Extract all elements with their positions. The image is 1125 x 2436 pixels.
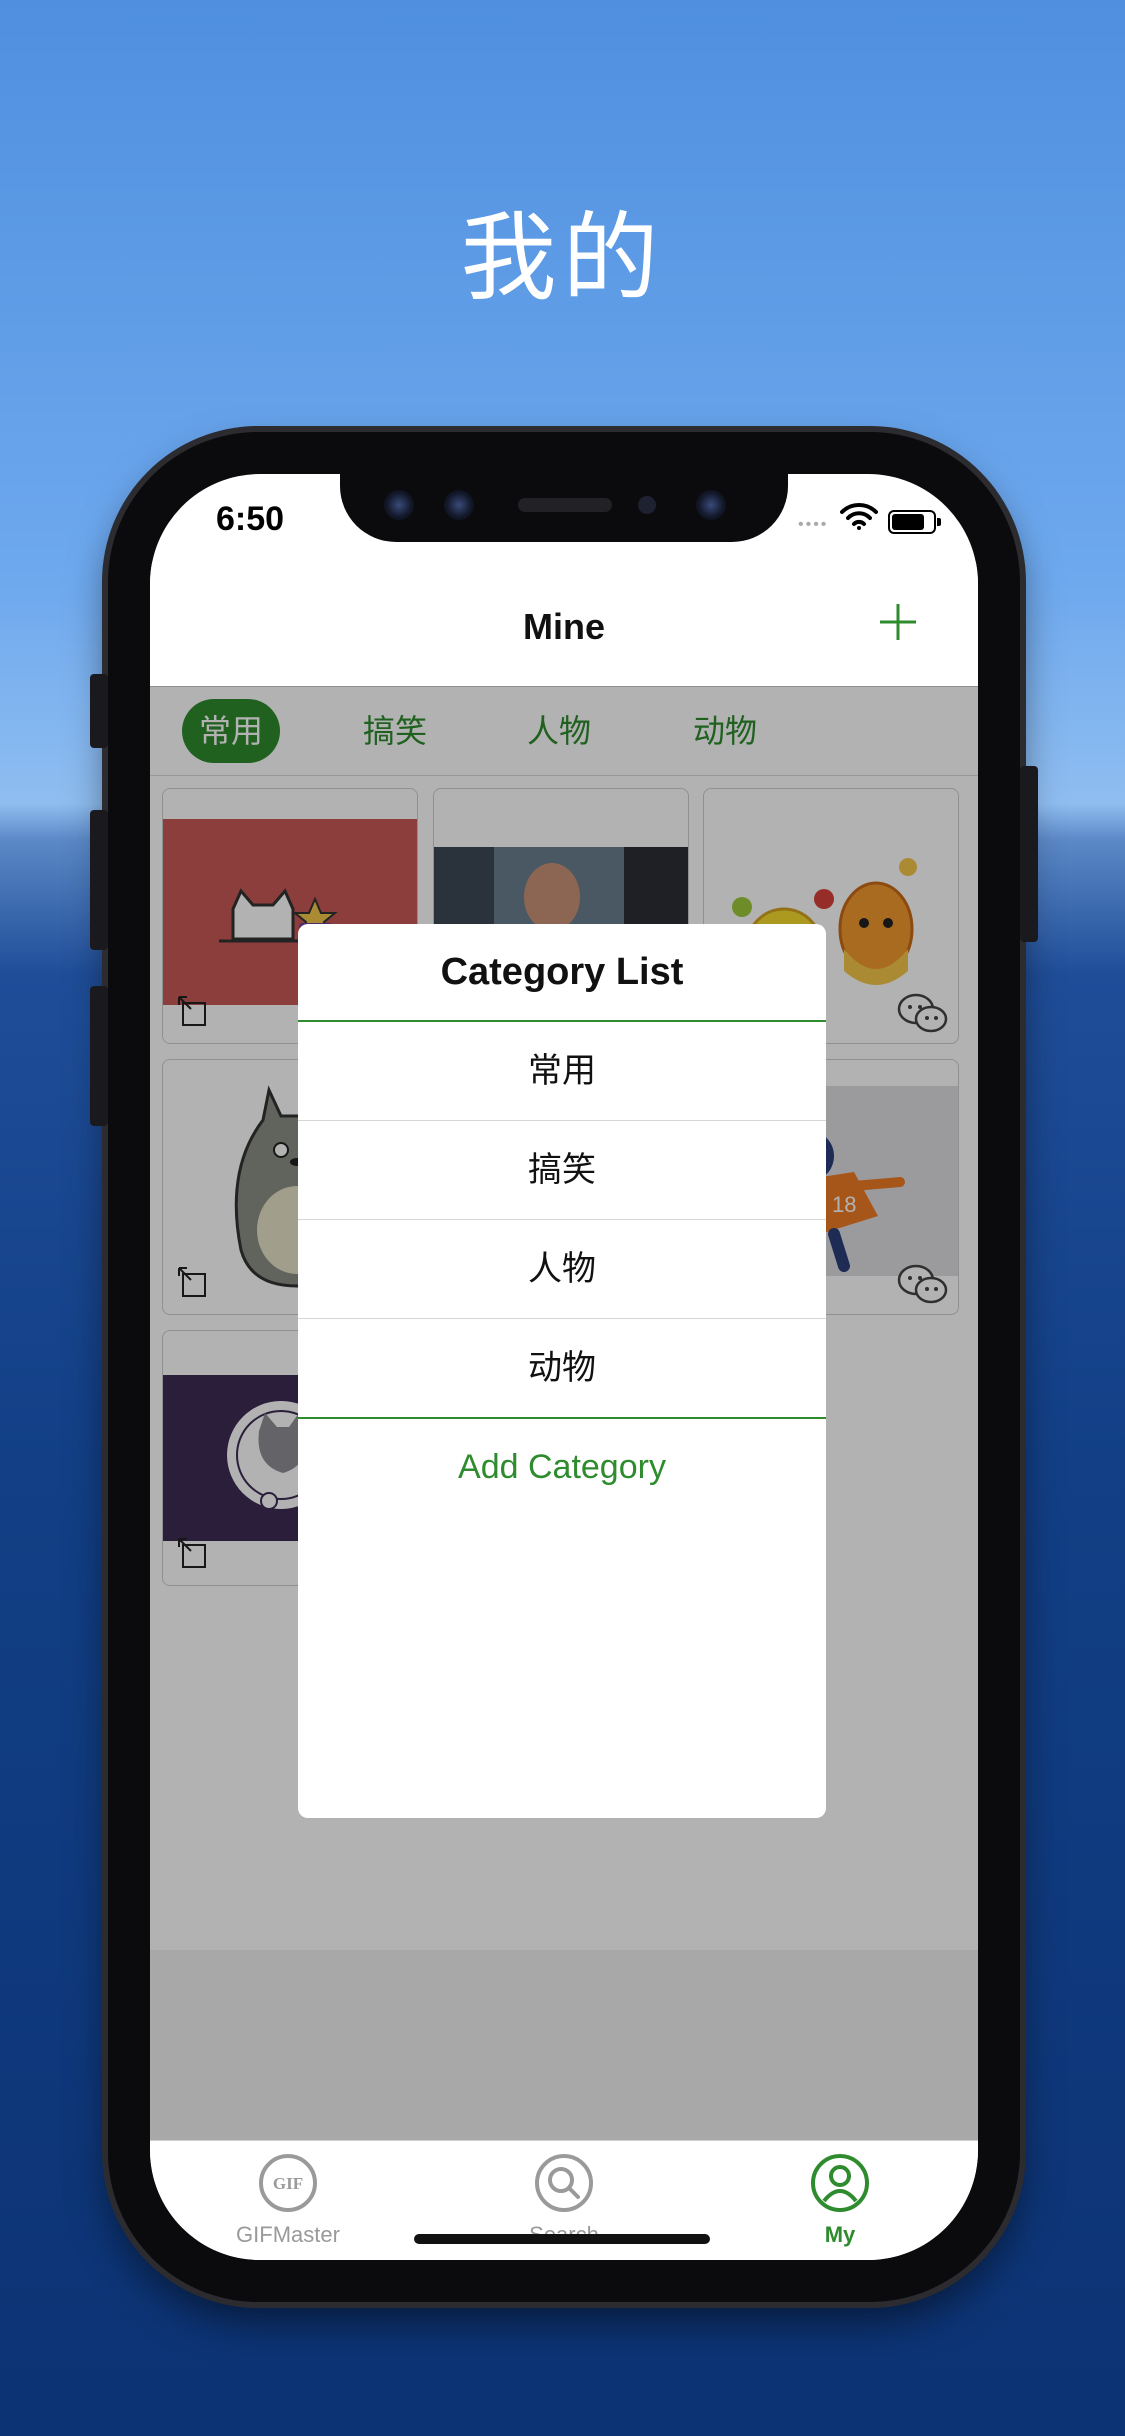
dialog-title: Category List	[298, 924, 826, 1022]
status-bar: 6:50 ••••	[150, 474, 978, 562]
hero-title: 我的	[460, 202, 665, 314]
svg-text:GIF: GIF	[273, 2174, 303, 2193]
nav-bar: Mine	[150, 562, 978, 687]
home-indicator[interactable]	[414, 2234, 710, 2244]
category-list-dialog: Category List 常用 搞笑 人物 动物 Add Category	[298, 924, 826, 1818]
modal-backdrop-lower[interactable]	[150, 1950, 978, 2140]
tab-my[interactable]: My	[750, 2153, 930, 2248]
tab-my-label: My	[824, 2222, 856, 2247]
dialog-item-funny[interactable]: 搞笑	[298, 1121, 826, 1220]
dialog-item-common[interactable]: 常用	[298, 1022, 826, 1121]
power-button	[1020, 766, 1038, 942]
volume-down-button	[90, 986, 108, 1126]
phone-frame: 6:50 •••• Mine 常用 搞笑 人物 动物 18 Category L…	[90, 432, 1038, 2302]
battery-icon	[888, 510, 941, 534]
mute-switch	[90, 674, 108, 748]
tab-gifmaster-label: GIFMaster	[236, 2222, 340, 2247]
wifi-icon	[840, 502, 878, 530]
signal-icon: ••••	[798, 516, 829, 533]
phone-screen: 6:50 •••• Mine 常用 搞笑 人物 动物 18 Category L…	[150, 474, 978, 2260]
status-time: 6:50	[216, 500, 285, 538]
dialog-item-people[interactable]: 人物	[298, 1220, 826, 1319]
gif-icon: GIF	[259, 2154, 317, 2212]
add-category-button[interactable]: Add Category	[298, 1419, 826, 1515]
search-icon	[535, 2154, 593, 2212]
tab-gifmaster[interactable]: GIF GIFMaster	[198, 2153, 378, 2248]
page-title: Mine	[522, 606, 605, 647]
plus-icon[interactable]	[876, 600, 920, 644]
dialog-item-animals[interactable]: 动物	[298, 1319, 826, 1419]
volume-up-button	[90, 810, 108, 950]
user-icon	[811, 2154, 869, 2212]
